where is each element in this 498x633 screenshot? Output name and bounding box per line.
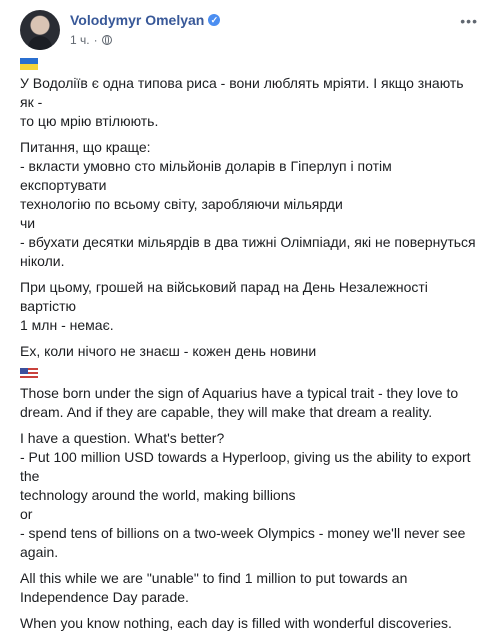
separator-dot: · (93, 33, 98, 47)
ukraine-flag-icon (20, 58, 38, 70)
usa-flag-icon (20, 368, 38, 380)
paragraph-en-3: All this while we are "unable" to find 1… (20, 570, 408, 605)
author-name[interactable]: Volodymyr Omelyan (70, 12, 204, 28)
post-body: У Водоліїв є одна типова риса - вони люб… (10, 58, 488, 633)
post-timestamp[interactable]: 1 ч. (70, 33, 90, 47)
post-meta: 1 ч. · (70, 33, 112, 47)
paragraph-en-1: Those born under the sign of Aquarius ha… (20, 385, 459, 420)
paragraph-ua-2: Питання, що краще: - вкласти умовно сто … (20, 139, 476, 269)
facebook-post: Volodymyr Omelyan ✓ 1 ч. · ••• У Водолії… (0, 0, 498, 631)
verified-badge-icon: ✓ (208, 14, 221, 26)
post-header: Volodymyr Omelyan ✓ 1 ч. · ••• (10, 0, 488, 56)
more-options-icon[interactable]: ••• (460, 13, 478, 29)
author-row: Volodymyr Omelyan ✓ (70, 12, 221, 28)
globe-icon (101, 35, 112, 45)
paragraph-ua-3: При цьому, грошей на військовий парад на… (20, 279, 428, 333)
paragraph-ua-4: Ех, коли нічого не знаєш - кожен день но… (20, 343, 317, 359)
paragraph-en-2: I have a question. What's better? - Put … (20, 430, 471, 560)
avatar[interactable] (20, 10, 60, 50)
paragraph-en-4: When you know nothing, each day is fille… (20, 615, 452, 631)
paragraph-ua-1: У Водоліїв є одна типова риса - вони люб… (20, 75, 464, 129)
